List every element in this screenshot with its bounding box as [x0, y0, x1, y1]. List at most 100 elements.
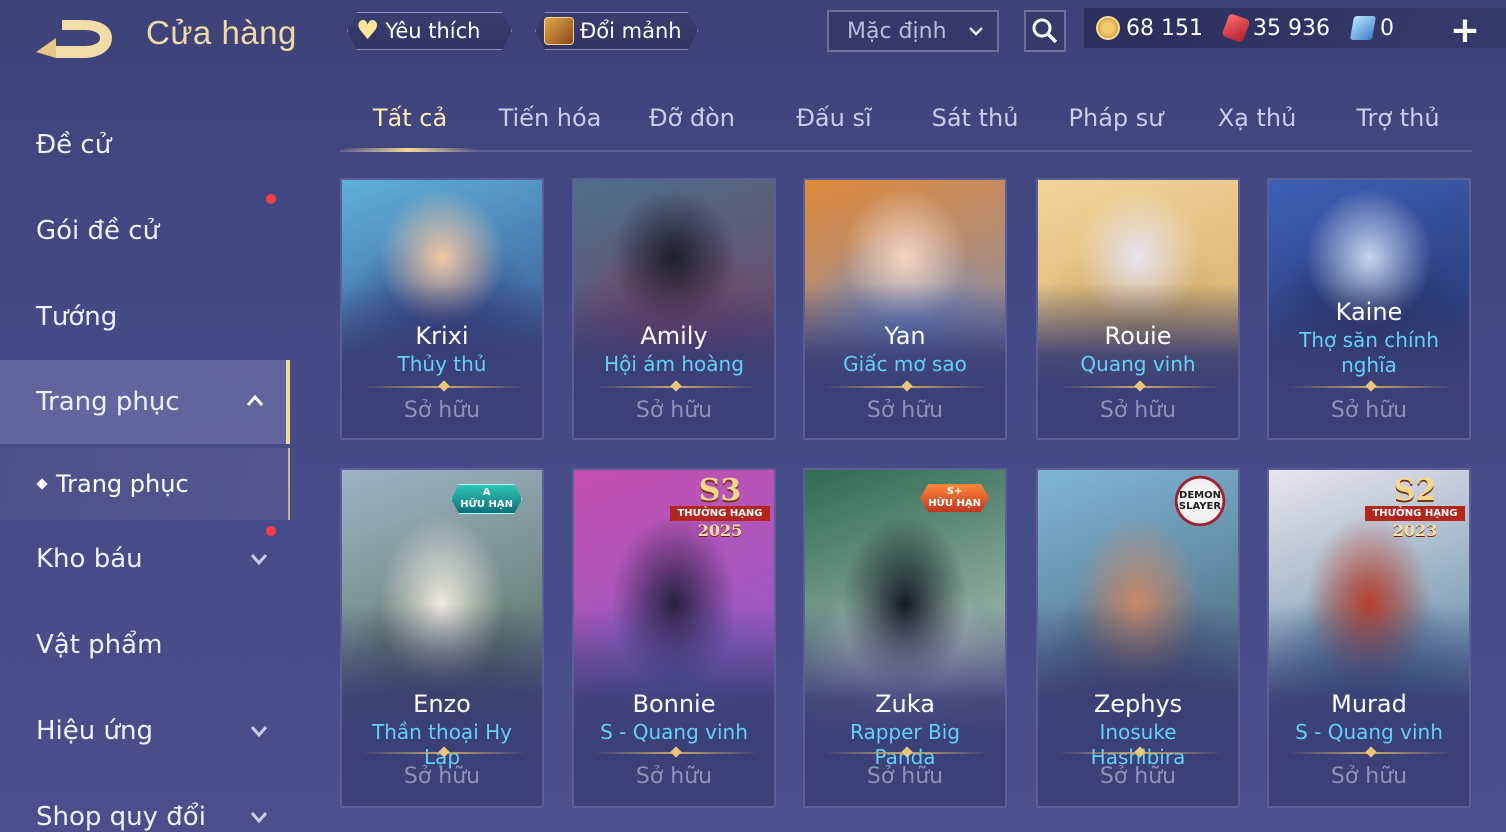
gold-value: 68 151: [1126, 15, 1203, 41]
card-divider: [1058, 752, 1222, 754]
add-currency-button[interactable]: +: [1450, 10, 1480, 51]
skin-card[interactable]: A HỮU HẠN Enzo Thần thoại Hy Lạp Sở hữu: [340, 468, 544, 808]
skin-card[interactable]: Rouie Quang vinh Sở hữu: [1036, 178, 1240, 440]
tab-mage[interactable]: Pháp sư: [1046, 104, 1186, 132]
tab-label: Trợ thủ: [1356, 104, 1440, 132]
skin-name: Inosuke Hashibira: [1090, 720, 1186, 769]
hero-name: Enzo: [413, 690, 471, 718]
tab-evolution[interactable]: Tiến hóa: [480, 104, 620, 132]
sort-value: Mặc định: [847, 18, 947, 44]
skin-card[interactable]: DEMON SLAYER Zephys Inosuke Hashibira Sở hữu: [1036, 468, 1240, 808]
card-divider: [825, 752, 989, 754]
currency-gems: 35 936: [1221, 12, 1330, 44]
card-divider: [1289, 752, 1453, 754]
chevron-down-icon: [250, 726, 268, 738]
sidebar-item-label: Đề cử: [36, 130, 112, 160]
sidebar-item-exchange-shop[interactable]: Shop quy đổi: [0, 782, 290, 832]
card-divider: [362, 752, 526, 754]
sidebar-item-effects[interactable]: Hiệu ứng: [0, 696, 290, 766]
owned-status: Sở hữu: [1330, 764, 1408, 789]
chevron-down-icon: [969, 27, 983, 36]
skin-name: S - Quang vinh: [600, 720, 748, 744]
owned-status: Sở hữu: [866, 764, 944, 789]
tab-label: Tất cả: [372, 104, 448, 132]
sidebar-item-label: Trang phục: [36, 387, 180, 417]
card-divider: [594, 386, 758, 388]
hero-name: Murad: [1331, 690, 1407, 718]
tab-all[interactable]: Tất cả: [340, 104, 480, 132]
gem-value: 35 936: [1252, 15, 1330, 41]
skin-card[interactable]: Kaine Thợ săn chính nghĩa Sở hữu: [1267, 178, 1471, 440]
back-button[interactable]: [34, 14, 118, 60]
notification-dot: [266, 526, 276, 536]
badge-sub: THƯỞNG HẠNG: [670, 506, 770, 521]
skin-name: Thần thoại Hy Lạp: [372, 720, 512, 769]
skin-card[interactable]: Krixi Thủy thủ Sở hữu: [340, 178, 544, 440]
sidebar-subitem-skins[interactable]: Trang phục: [0, 448, 290, 520]
sidebar-item-items[interactable]: Vật phẩm: [0, 610, 290, 680]
card-divider: [594, 752, 758, 754]
sidebar-item-featured-bundles[interactable]: Gói đề cử: [0, 194, 290, 266]
skin-card[interactable]: S2 THƯỞNG HẠNG 2023 Murad S - Quang vinh Sở h…: [1267, 468, 1471, 808]
hero-name: Rouie: [1104, 322, 1172, 350]
bullet-icon: [36, 478, 48, 490]
owned-status: Sở hữu: [1330, 398, 1408, 423]
card-divider: [362, 386, 526, 388]
skin-card[interactable]: Amily Hội ám hoàng Sở hữu: [572, 178, 776, 440]
exchange-label: Đổi mảnh: [580, 19, 682, 43]
tab-support[interactable]: Trợ thủ: [1328, 104, 1468, 132]
limited-tier-badge: S+ HỮU HẠN: [920, 484, 989, 512]
sidebar-item-heroes[interactable]: Tướng: [0, 282, 290, 352]
coin-icon: [1096, 16, 1120, 40]
sidebar-subitem-label: Trang phục: [56, 470, 189, 498]
sidebar-item-treasure[interactable]: Kho báu: [0, 524, 290, 594]
tab-assassin[interactable]: Sát thủ: [905, 104, 1045, 132]
sidebar-item-featured[interactable]: Đề cử: [0, 110, 290, 180]
tab-label: Xạ thủ: [1217, 104, 1297, 132]
hero-name: Yan: [884, 322, 926, 350]
badge-sub: HỮU HẠN: [928, 498, 981, 509]
skin-name: Thủy thủ: [397, 352, 487, 376]
exchange-shards-button[interactable]: Đổi mảnh: [535, 12, 698, 50]
notification-dot: [266, 194, 276, 204]
chevron-down-icon: [250, 812, 268, 824]
badge-tier: S+: [946, 486, 963, 497]
tab-marksman[interactable]: Xạ thủ: [1187, 104, 1327, 132]
skin-name: S - Quang vinh: [1295, 720, 1443, 744]
sort-dropdown[interactable]: Mặc định: [827, 10, 999, 52]
tab-fighter[interactable]: Đấu sĩ: [764, 104, 904, 132]
skin-card[interactable]: Yan Giấc mơ sao Sở hữu: [803, 178, 1007, 440]
skin-card[interactable]: S3 THƯỞNG HẠNG 2025 Bonnie S - Quang vinh Sở …: [572, 468, 776, 808]
skin-card[interactable]: S+ HỮU HẠN Zuka Rapper Big Panda Sở hữu: [803, 468, 1007, 808]
favorites-button[interactable]: ♥ Yêu thích: [347, 12, 512, 50]
badge-season: S2: [1393, 473, 1437, 508]
heart-icon: ♥: [356, 16, 380, 46]
card-divider: [825, 386, 989, 388]
skin-name: Rapper Big Panda: [850, 720, 960, 769]
sidebar: Đề cử Gói đề cử Tướng Trang phục Trang p…: [0, 100, 290, 832]
hero-name: Amily: [640, 322, 708, 350]
tab-label: Đấu sĩ: [796, 104, 872, 132]
tab-label: Tiến hóa: [498, 104, 602, 132]
owned-status: Sở hữu: [635, 398, 713, 423]
owned-status: Sở hữu: [403, 764, 481, 789]
collab-logo-text: DEMON SLAYER: [1178, 490, 1222, 512]
hero-name: Zuka: [875, 690, 935, 718]
collab-logo: DEMON SLAYER: [1170, 474, 1230, 528]
currency-bar: 68 151 35 936 0 +: [1084, 8, 1506, 51]
badge-sub: THƯỞNG HẠNG: [1365, 506, 1465, 521]
owned-status: Sở hữu: [1099, 764, 1177, 789]
hero-name: Zephys: [1093, 690, 1183, 718]
voucher-value: 0: [1379, 15, 1394, 41]
badge-year: 2023: [1392, 521, 1438, 540]
owned-status: Sở hữu: [1099, 398, 1177, 423]
rank-reward-badge: S2 THƯỞNG HẠNG 2023: [1365, 476, 1465, 540]
sidebar-item-skins[interactable]: Trang phục: [0, 360, 290, 444]
owned-status: Sở hữu: [635, 764, 713, 789]
hero-name: Krixi: [415, 322, 469, 350]
badge-tier: A: [482, 487, 491, 498]
search-button[interactable]: [1024, 10, 1066, 52]
currency-gold: 68 151: [1096, 16, 1203, 41]
card-divider: [1058, 386, 1222, 388]
tab-tank[interactable]: Đỡ đòn: [622, 104, 762, 132]
